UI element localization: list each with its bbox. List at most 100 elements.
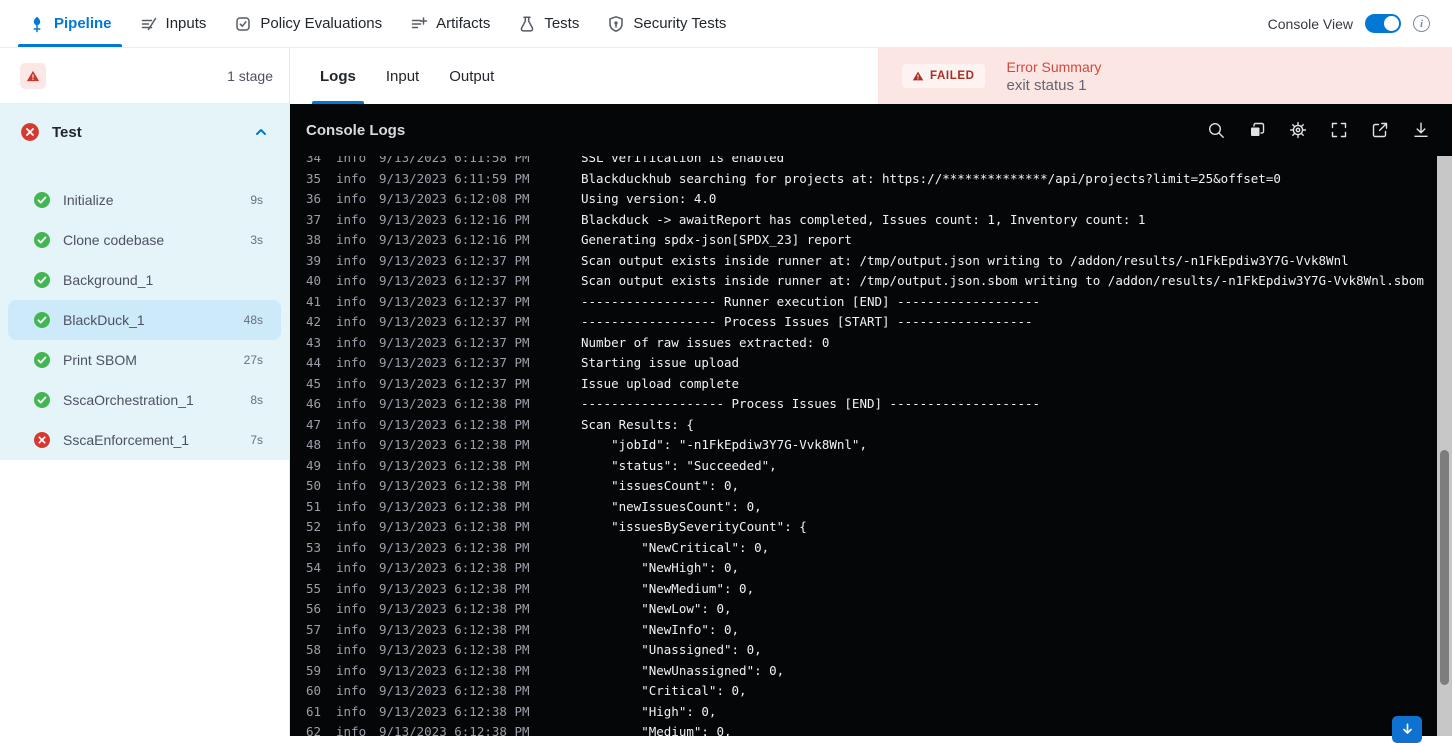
log-line-number: 43 [306, 333, 321, 354]
log-message: "NewInfo": 0, [581, 620, 739, 641]
top-tab-policy-evaluations[interactable]: Policy Evaluations [234, 0, 382, 47]
success-check-icon [33, 231, 51, 249]
error-summary-message: exit status 1 [1007, 77, 1102, 94]
log-message: "NewMedium": 0, [581, 579, 754, 600]
log-timestamp: 9/13/2023 6:12:38 PM [379, 661, 529, 682]
log-timestamp: 9/13/2023 6:12:38 PM [379, 558, 529, 579]
success-check-icon [33, 391, 51, 409]
log-timestamp: 9/13/2023 6:12:38 PM [379, 435, 529, 456]
step-sscaenforcement-1[interactable]: SscaEnforcement_17s [8, 420, 281, 460]
download-icon[interactable] [1412, 121, 1430, 139]
log-line: 40info9/13/2023 6:12:37 PMScan output ex… [290, 271, 1437, 292]
step-duration: 27s [244, 353, 263, 367]
open-in-new-icon[interactable] [1371, 121, 1389, 139]
log-line: 54info9/13/2023 6:12:38 PM "NewHigh": 0, [290, 558, 1437, 579]
pipeline-failed-icon [20, 63, 46, 89]
log-line-number: 41 [306, 292, 321, 313]
log-line: 41info9/13/2023 6:12:37 PM--------------… [290, 292, 1437, 313]
log-message: ------------------ Process Issues [START… [581, 312, 1033, 333]
step-name: Print SBOM [63, 352, 232, 368]
tab-input[interactable]: Input [386, 48, 419, 104]
copy-icon[interactable] [1248, 121, 1266, 139]
artifacts-icon [410, 15, 428, 33]
chevron-up-icon[interactable] [253, 124, 269, 140]
success-check-icon [33, 191, 51, 209]
stage-header-test[interactable]: Test [0, 104, 289, 160]
log-level: info [336, 169, 366, 190]
log-viewport[interactable]: 34info9/13/2023 6:11:58 PMSSL verificati… [290, 156, 1437, 736]
pipeline-icon [28, 15, 46, 33]
log-line: 53info9/13/2023 6:12:38 PM "NewCritical"… [290, 538, 1437, 559]
log-message: "NewUnassigned": 0, [581, 661, 784, 682]
step-initialize[interactable]: Initialize9s [8, 180, 281, 220]
info-icon[interactable]: i [1413, 15, 1430, 32]
fullscreen-icon[interactable] [1330, 121, 1348, 139]
log-timestamp: 9/13/2023 6:12:38 PM [379, 456, 529, 477]
log-line: 42info9/13/2023 6:12:37 PM--------------… [290, 312, 1437, 333]
log-timestamp: 9/13/2023 6:12:38 PM [379, 497, 529, 518]
log-level: info [336, 312, 366, 333]
tab-logs[interactable]: Logs [320, 48, 356, 104]
log-message: Scan output exists inside runner at: /tm… [581, 251, 1349, 272]
console-view-toggle[interactable] [1365, 14, 1401, 33]
log-timestamp: 9/13/2023 6:12:38 PM [379, 599, 529, 620]
failed-badge: FAILED [902, 64, 985, 88]
top-tab-pipeline[interactable]: Pipeline [28, 0, 112, 47]
log-timestamp: 9/13/2023 6:12:37 PM [379, 271, 529, 292]
log-tabs: Logs Input Output [290, 48, 878, 104]
log-line: 57info9/13/2023 6:12:38 PM "NewInfo": 0, [290, 620, 1437, 641]
log-message: "NewHigh": 0, [581, 558, 739, 579]
failed-badge-label: FAILED [930, 70, 975, 82]
top-tabs: Pipeline Inputs Policy Evaluations Artifact… [28, 0, 726, 47]
log-line-number: 56 [306, 599, 321, 620]
tab-output[interactable]: Output [449, 48, 494, 104]
log-message: Number of raw issues extracted: 0 [581, 333, 829, 354]
top-tab-inputs[interactable]: Inputs [140, 0, 207, 47]
step-name: BlackDuck_1 [63, 312, 232, 328]
error-summary: FAILED Error Summary exit status 1 [878, 48, 1452, 104]
log-line-number: 59 [306, 661, 321, 682]
log-level: info [336, 538, 366, 559]
log-tabs-row: Logs Input Output FAILED Error Summary exi… [290, 48, 1452, 104]
arrow-down-icon [1401, 723, 1414, 736]
log-message: ------------------- Process Issues [END]… [581, 394, 1040, 415]
search-icon[interactable] [1207, 121, 1225, 139]
log-line-number: 54 [306, 558, 321, 579]
log-timestamp: 9/13/2023 6:12:38 PM [379, 476, 529, 497]
console-scrollbar[interactable] [1437, 156, 1452, 736]
stage-name: Test [52, 124, 241, 141]
top-tab-security-tests[interactable]: Security Tests [607, 0, 726, 47]
log-level: info [336, 271, 366, 292]
log-line: 38info9/13/2023 6:12:16 PMGenerating spd… [290, 230, 1437, 251]
top-tab-artifacts[interactable]: Artifacts [410, 0, 490, 47]
log-line-number: 51 [306, 497, 321, 518]
sidebar-summary-row: 1 stage [0, 48, 289, 104]
console-logs-panel: Console Logs [290, 104, 1452, 736]
log-level: info [336, 681, 366, 702]
error-texts: Error Summary exit status 1 [1007, 59, 1102, 94]
step-blackduck-1[interactable]: BlackDuck_148s [8, 300, 281, 340]
scrollbar-thumb[interactable] [1440, 450, 1449, 685]
log-timestamp: 9/13/2023 6:12:38 PM [379, 579, 529, 600]
log-line-number: 60 [306, 681, 321, 702]
top-tab-tests[interactable]: Tests [518, 0, 579, 47]
settings-gear-icon[interactable] [1289, 121, 1307, 139]
stage-section: Test Initialize9sClone codebase3sBackgro… [0, 104, 289, 460]
step-sscaorchestration-1[interactable]: SscaOrchestration_18s [8, 380, 281, 420]
log-line: 62info9/13/2023 6:12:38 PM "Medium": 0, [290, 722, 1437, 736]
log-timestamp: 9/13/2023 6:12:38 PM [379, 702, 529, 723]
log-message: "newIssuesCount": 0, [581, 497, 762, 518]
step-clone-codebase[interactable]: Clone codebase3s [8, 220, 281, 260]
log-line-number: 55 [306, 579, 321, 600]
step-name: SscaOrchestration_1 [63, 392, 238, 408]
log-timestamp: 9/13/2023 6:12:38 PM [379, 517, 529, 538]
log-line-number: 49 [306, 456, 321, 477]
scroll-to-bottom-button[interactable] [1392, 716, 1422, 743]
step-duration: 9s [250, 193, 263, 207]
step-background-1[interactable]: Background_1 [8, 260, 281, 300]
success-check-icon [33, 271, 51, 289]
step-print-sbom[interactable]: Print SBOM 27s [8, 340, 281, 380]
log-timestamp: 9/13/2023 6:12:37 PM [379, 374, 529, 395]
stage-failed-icon [20, 122, 40, 142]
log-line: 50info9/13/2023 6:12:38 PM "issuesCount"… [290, 476, 1437, 497]
